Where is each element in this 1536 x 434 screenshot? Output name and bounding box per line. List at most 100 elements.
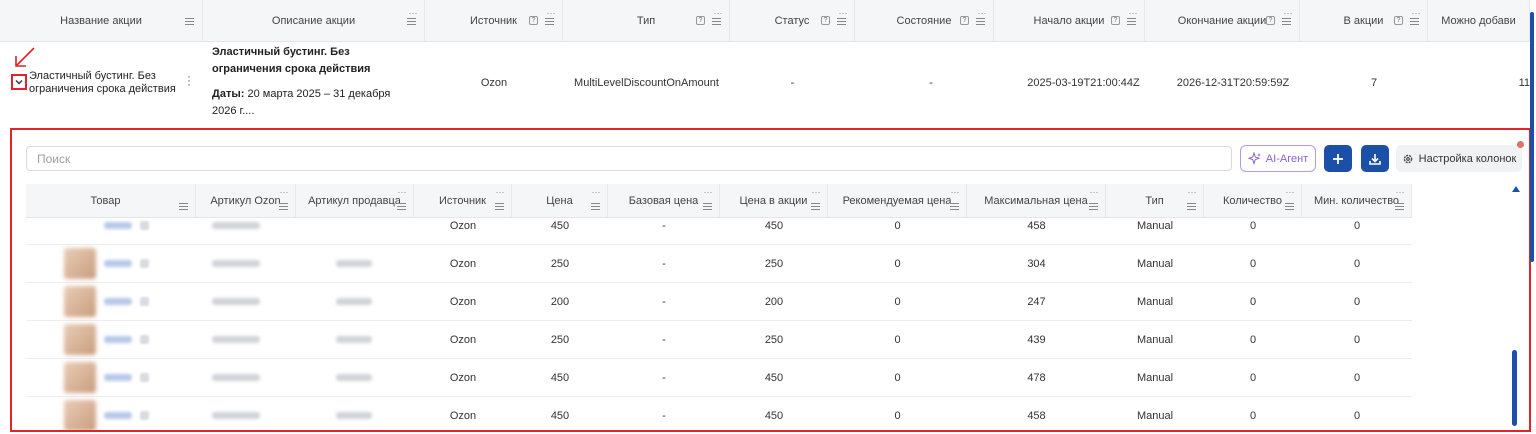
- hamburger-icon[interactable]: [703, 203, 712, 210]
- hamburger-icon[interactable]: [950, 203, 959, 210]
- column-header[interactable]: Источник ···: [414, 184, 512, 218]
- help-icon[interactable]: ?: [696, 16, 705, 25]
- hamburger-icon[interactable]: [1127, 18, 1136, 25]
- menu-dots-icon[interactable]: ···: [1089, 188, 1099, 197]
- hamburger-icon[interactable]: [407, 18, 416, 25]
- hamburger-icon[interactable]: [1410, 18, 1419, 25]
- kebab-icon[interactable]: · · ·: [186, 70, 192, 90]
- product-thumbnail[interactable]: [64, 324, 96, 355]
- table-row[interactable]: Ozon 250 - 250 0 304 Manual 0 0: [26, 245, 1412, 283]
- menu-dots-icon[interactable]: ···: [1128, 9, 1138, 18]
- column-header[interactable]: Максимальная цена ···: [967, 184, 1106, 218]
- help-icon[interactable]: ?: [529, 16, 538, 25]
- promotion-row[interactable]: Эластичный бустинг. Без ограничения срок…: [0, 42, 1530, 124]
- hamburger-icon[interactable]: [1187, 203, 1196, 210]
- menu-dots-icon[interactable]: ···: [1187, 188, 1197, 197]
- column-header[interactable]: Окончание акции? ···: [1145, 0, 1300, 42]
- product-thumbnail[interactable]: [64, 248, 96, 279]
- column-header[interactable]: Можно добави: [1428, 0, 1530, 42]
- menu-dots-icon[interactable]: ···: [279, 188, 289, 197]
- product-link[interactable]: [104, 298, 132, 305]
- help-icon[interactable]: ?: [1394, 16, 1403, 25]
- column-header[interactable]: Мин. количество ···: [1302, 184, 1412, 218]
- hamburger-icon[interactable]: [712, 18, 721, 25]
- column-header[interactable]: Цена в акции ···: [720, 184, 828, 218]
- help-icon[interactable]: ?: [1111, 16, 1120, 25]
- column-header[interactable]: Артикул Ozon ···: [196, 184, 296, 218]
- table-row[interactable]: Ozon 450 - 450 0 478 Manual 0 0: [26, 359, 1412, 397]
- column-header[interactable]: Тип ···: [1106, 184, 1204, 218]
- product-thumbnail[interactable]: [64, 362, 96, 393]
- hamburger-icon[interactable]: [811, 203, 820, 210]
- column-header[interactable]: Количество ···: [1204, 184, 1302, 218]
- menu-dots-icon[interactable]: ···: [703, 188, 713, 197]
- column-header[interactable]: Статус? ···: [730, 0, 855, 42]
- hamburger-icon[interactable]: [495, 203, 504, 210]
- hamburger-icon[interactable]: [185, 18, 194, 25]
- hamburger-icon[interactable]: [179, 203, 188, 210]
- menu-dots-icon[interactable]: ···: [1285, 188, 1295, 197]
- hamburger-icon[interactable]: [1282, 18, 1291, 25]
- menu-dots-icon[interactable]: ···: [1411, 9, 1421, 18]
- column-header[interactable]: Товар: [26, 184, 196, 218]
- column-header[interactable]: В акции? ···: [1300, 0, 1428, 42]
- menu-dots-icon[interactable]: ···: [495, 188, 505, 197]
- hamburger-icon[interactable]: [591, 203, 600, 210]
- menu-dots-icon[interactable]: ···: [397, 188, 407, 197]
- promotion-name[interactable]: Эластичный бустинг. Без ограничения срок…: [29, 70, 179, 96]
- column-header[interactable]: Цена ···: [512, 184, 608, 218]
- expand-row-button[interactable]: [11, 74, 27, 90]
- column-header[interactable]: Описание акции ···: [203, 0, 425, 42]
- column-header[interactable]: Рекомендуемая цена ···: [828, 184, 967, 218]
- column-header[interactable]: Артикул продавца ···: [296, 184, 414, 218]
- hamburger-icon[interactable]: [837, 18, 846, 25]
- download-button[interactable]: [1361, 145, 1389, 172]
- hamburger-icon[interactable]: [1285, 203, 1294, 210]
- copy-icon[interactable]: [140, 259, 149, 268]
- menu-dots-icon[interactable]: ···: [713, 9, 723, 18]
- table-row[interactable]: Ozon 450 - 450 0 458 Manual 0 0: [26, 218, 1412, 245]
- add-button[interactable]: [1324, 145, 1352, 172]
- copy-icon[interactable]: [140, 335, 149, 344]
- help-icon[interactable]: ?: [1266, 16, 1275, 25]
- copy-icon[interactable]: [140, 373, 149, 382]
- table-row[interactable]: Ozon 250 - 250 0 439 Manual 0 0: [26, 321, 1412, 359]
- hamburger-icon[interactable]: [1089, 203, 1098, 210]
- hamburger-icon[interactable]: [1395, 203, 1404, 210]
- product-link[interactable]: [104, 374, 132, 381]
- product-link[interactable]: [104, 260, 132, 267]
- search-input[interactable]: [26, 146, 1232, 171]
- menu-dots-icon[interactable]: ···: [1283, 9, 1293, 18]
- menu-dots-icon[interactable]: ···: [838, 9, 848, 18]
- column-header[interactable]: Начало акции? ···: [994, 0, 1145, 42]
- product-thumbnail[interactable]: [64, 286, 96, 317]
- menu-dots-icon[interactable]: ···: [546, 9, 556, 18]
- page-scrollbar[interactable]: [1530, 12, 1534, 262]
- menu-dots-icon[interactable]: ···: [811, 188, 821, 197]
- column-header[interactable]: Состояние? ···: [855, 0, 994, 42]
- menu-dots-icon[interactable]: ···: [950, 188, 960, 197]
- menu-dots-icon[interactable]: ···: [977, 9, 987, 18]
- hamburger-icon[interactable]: [397, 203, 406, 210]
- table-row[interactable]: Ozon 450 - 450 0 458 Manual 0 0: [26, 397, 1412, 430]
- hamburger-icon[interactable]: [976, 18, 985, 25]
- column-header[interactable]: Источник? ···: [425, 0, 563, 42]
- column-header[interactable]: Базовая цена ···: [608, 184, 720, 218]
- ai-agent-button[interactable]: AI-Агент: [1240, 145, 1316, 172]
- help-icon[interactable]: ?: [960, 16, 969, 25]
- product-thumbnail[interactable]: [64, 400, 96, 430]
- table-row[interactable]: Ozon 200 - 200 0 247 Manual 0 0: [26, 283, 1412, 321]
- product-link[interactable]: [104, 222, 132, 229]
- help-icon[interactable]: ?: [821, 16, 830, 25]
- scroll-up-arrow-icon[interactable]: [1512, 186, 1520, 192]
- column-settings-button[interactable]: Настройка колонок: [1396, 145, 1522, 172]
- copy-icon[interactable]: [140, 411, 149, 420]
- column-header[interactable]: Тип? ···: [563, 0, 730, 42]
- product-link[interactable]: [104, 412, 132, 419]
- column-header[interactable]: Название акции: [0, 0, 203, 42]
- menu-dots-icon[interactable]: ···: [1395, 188, 1405, 197]
- product-link[interactable]: [104, 336, 132, 343]
- menu-dots-icon[interactable]: ···: [591, 188, 601, 197]
- copy-icon[interactable]: [140, 297, 149, 306]
- hamburger-icon[interactable]: [279, 203, 288, 210]
